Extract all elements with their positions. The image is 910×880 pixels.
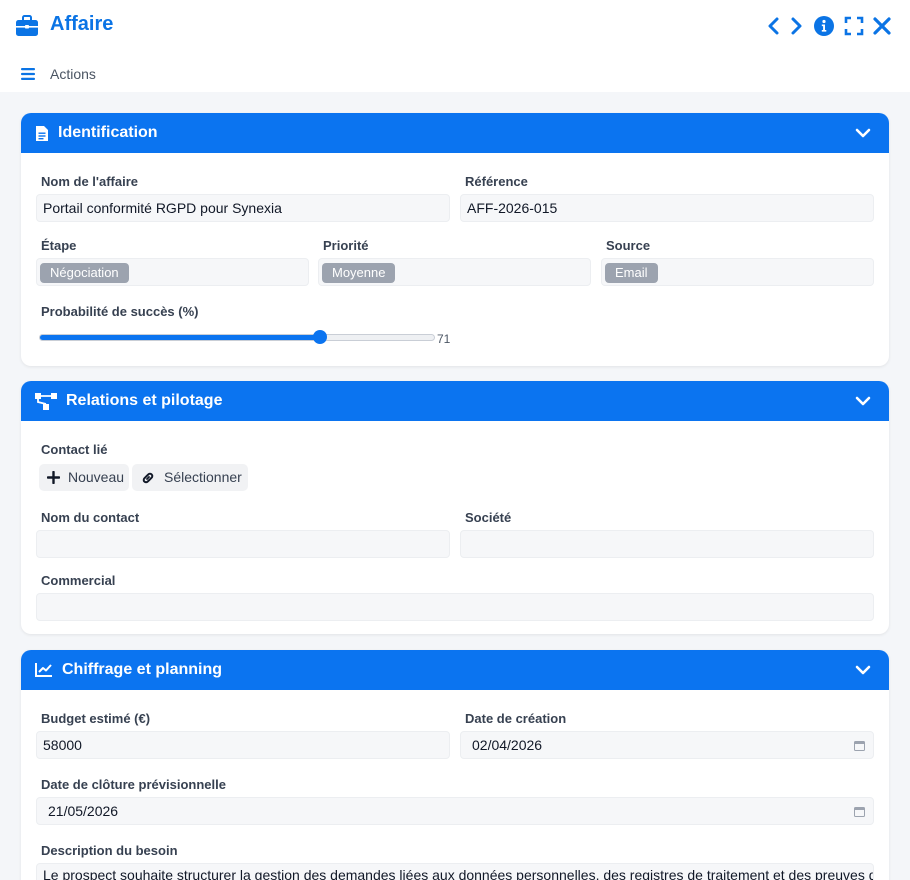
plus-icon [47, 471, 60, 484]
budget-label: Budget estimé (€) [41, 711, 151, 726]
select-contact-label: Sélectionner [164, 469, 242, 485]
deal-name-label: Nom de l'affaire [41, 174, 139, 189]
deal-window: Affaire Actions Identification Nom de l'… [0, 0, 910, 880]
briefcase-icon [16, 15, 38, 36]
actions-menu[interactable]: Actions [50, 66, 96, 82]
previous-icon[interactable] [764, 16, 784, 36]
contact-name-label: Nom du contact [41, 510, 140, 525]
stage-select[interactable]: Négociation [36, 258, 309, 286]
description-textarea[interactable]: Le prospect souhaite structurer la gesti… [36, 863, 874, 880]
hamburger-icon[interactable] [21, 68, 35, 80]
close-date-label: Date de clôture prévisionnelle [41, 777, 226, 792]
source-select[interactable]: Email [601, 258, 874, 286]
created-label: Date de création [465, 711, 567, 726]
probability-value: 71 [437, 332, 451, 346]
reference-input[interactable]: AFF-2026-015 [460, 194, 874, 222]
chevron-down-icon[interactable] [855, 663, 871, 677]
priority-select[interactable]: Moyenne [318, 258, 591, 286]
link-icon [142, 472, 154, 484]
identification-header[interactable]: Identification [21, 113, 889, 153]
probability-slider[interactable] [39, 330, 435, 344]
pricing-header[interactable]: Chiffrage et planning [21, 650, 889, 690]
created-date-value: 02/04/2026 [472, 737, 543, 753]
linked-contact-label: Contact lié [41, 442, 108, 457]
contact-name-input[interactable] [36, 530, 450, 558]
chevron-down-icon[interactable] [855, 394, 871, 408]
relations-section: Relations et pilotage Contact lié Nouvea… [21, 381, 889, 634]
priority-tag: Moyenne [322, 263, 396, 283]
info-icon[interactable] [814, 16, 834, 36]
reference-label: Référence [465, 174, 528, 189]
sales-label: Commercial [41, 573, 116, 588]
close-date-value: 21/05/2026 [48, 803, 119, 819]
document-icon [36, 126, 48, 141]
new-contact-button[interactable]: Nouveau [39, 464, 129, 491]
company-input[interactable] [460, 530, 874, 558]
created-date-input[interactable]: 02/04/2026 [460, 731, 874, 759]
probability-slider-fill [40, 335, 320, 340]
source-label: Source [606, 238, 651, 253]
priority-label: Priorité [323, 238, 369, 253]
window-title: Affaire [50, 13, 114, 35]
identification-section: Identification Nom de l'affaire Portail … [21, 113, 889, 366]
select-contact-button[interactable]: Sélectionner [132, 464, 248, 491]
relations-title: Relations et pilotage [66, 392, 223, 409]
fullscreen-icon[interactable] [844, 16, 864, 36]
chevron-down-icon[interactable] [855, 126, 871, 140]
pricing-title: Chiffrage et planning [62, 661, 222, 678]
deal-name-input[interactable]: Portail conformité RGPD pour Synexia [36, 194, 450, 222]
window-header: Affaire Actions [0, 0, 910, 92]
close-icon[interactable] [872, 16, 892, 36]
budget-input[interactable]: 58000 [36, 731, 450, 759]
new-contact-label: Nouveau [68, 469, 125, 485]
next-icon[interactable] [786, 16, 806, 36]
source-tag: Email [605, 263, 658, 283]
sales-input[interactable] [36, 593, 874, 621]
close-date-input[interactable]: 21/05/2026 [36, 797, 874, 825]
probability-label: Probabilité de succès (%) [41, 304, 199, 319]
pricing-section: Chiffrage et planning Budget estimé (€) … [21, 650, 889, 880]
relations-header[interactable]: Relations et pilotage [21, 381, 889, 421]
stage-tag: Négociation [40, 263, 129, 283]
probability-slider-thumb[interactable] [312, 330, 327, 344]
sitemap-icon [35, 393, 57, 410]
calendar-icon[interactable] [854, 806, 865, 817]
identification-title: Identification [58, 124, 158, 141]
description-label: Description du besoin [41, 843, 178, 858]
company-label: Société [465, 510, 512, 525]
stage-label: Étape [41, 238, 77, 253]
chart-line-icon [35, 663, 52, 677]
calendar-icon[interactable] [854, 740, 865, 751]
